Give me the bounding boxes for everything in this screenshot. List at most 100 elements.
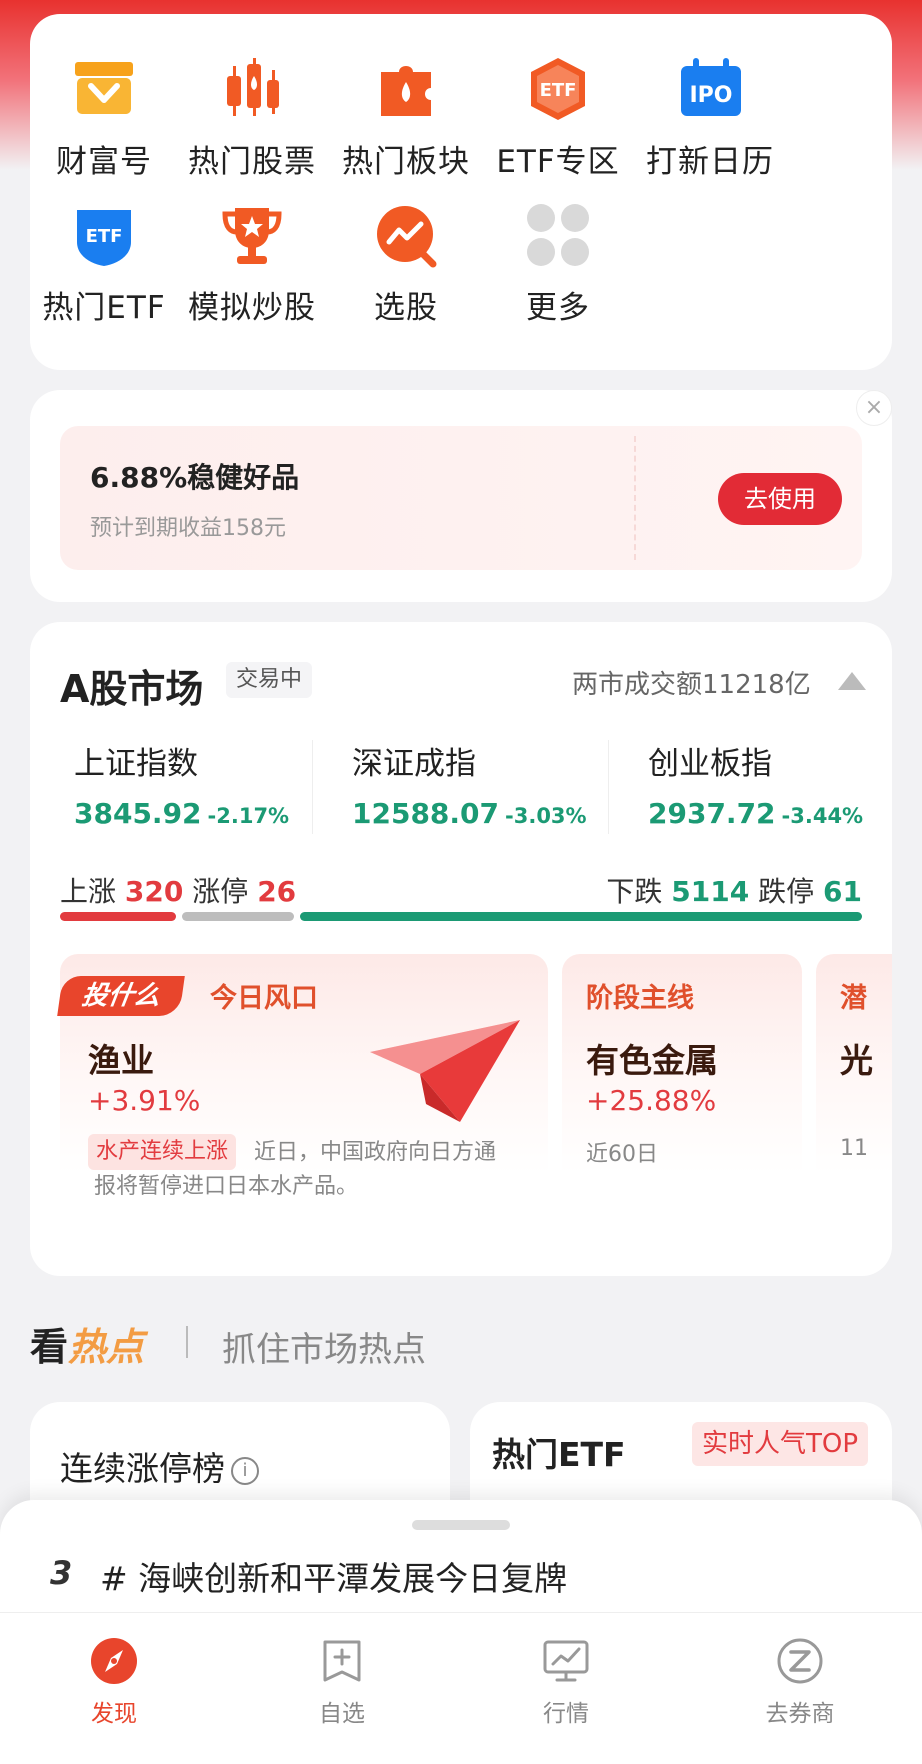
trend-search-icon bbox=[377, 206, 437, 268]
etf-shield-icon: ETF bbox=[77, 210, 131, 266]
index-shanghai[interactable]: 上证指数 3845.92 -2.17% bbox=[74, 738, 289, 830]
popularity-tag: 实时人气TOP bbox=[692, 1422, 869, 1466]
index-change: -3.44% bbox=[781, 804, 864, 828]
theme-note: 11 bbox=[840, 1136, 868, 1161]
compass-icon bbox=[91, 1638, 137, 1684]
quick-item-hot-etf[interactable]: ETF 热门ETF bbox=[34, 200, 174, 327]
trophy-icon bbox=[222, 208, 282, 264]
etf-badge-icon: ETF bbox=[531, 58, 585, 120]
theme-desc: 近日，中国政府向日方通报将暂停进口日本水产品。 bbox=[94, 1140, 497, 1199]
index-change: -3.03% bbox=[505, 804, 587, 828]
quick-item-label: 打新日历 bbox=[646, 144, 774, 180]
quick-item-etf-zone[interactable]: ETF ETF专区 bbox=[488, 54, 628, 181]
breadth-bar-flat bbox=[182, 912, 294, 921]
tab-market[interactable]: 行情 bbox=[496, 1636, 636, 1728]
index-value: 2937.72 bbox=[648, 797, 776, 830]
close-icon[interactable]: × bbox=[856, 390, 892, 426]
market-monitor-icon bbox=[543, 1640, 589, 1682]
watchlist-add-icon bbox=[323, 1640, 361, 1682]
ipo-calendar-icon: IPO bbox=[681, 58, 741, 116]
tab-broker[interactable]: 去券商 bbox=[730, 1636, 870, 1728]
paper-plane-icon bbox=[370, 1020, 520, 1122]
quick-item-caifuhao[interactable]: 财富号 bbox=[34, 54, 174, 181]
breadth-bar-up bbox=[60, 912, 176, 921]
theme-card-stage[interactable]: 阶段主线 有色金属 +25.88% 近60日 bbox=[562, 954, 802, 1222]
index-change: -2.17% bbox=[207, 804, 290, 828]
quick-item-label: 模拟炒股 bbox=[188, 290, 316, 326]
collapse-triangle-icon[interactable] bbox=[838, 672, 866, 690]
market-turnover: 两市成交额11218亿 bbox=[572, 670, 811, 700]
theme-name: 渔业 bbox=[88, 1041, 154, 1080]
topic-title[interactable]: # 海峡创新和平潭发展今日复牌 bbox=[100, 1552, 567, 1600]
broker-z-icon bbox=[777, 1638, 823, 1684]
quick-item-ipo-calendar[interactable]: IPO 打新日历 bbox=[640, 54, 780, 181]
tab-label: 行情 bbox=[543, 1701, 589, 1727]
tab-discover[interactable]: 发现 bbox=[44, 1636, 184, 1728]
quick-item-stock-picker[interactable]: 选股 bbox=[336, 200, 476, 327]
trading-status-badge: 交易中 bbox=[226, 662, 313, 698]
divider bbox=[0, 1612, 922, 1613]
theme-name: 有色金属 bbox=[586, 1041, 718, 1080]
theme-head: 潜 bbox=[840, 983, 867, 1014]
drag-handle[interactable] bbox=[412, 1520, 510, 1530]
hot-etf-title: 热门ETF bbox=[492, 1435, 626, 1474]
bottom-tab-bar: 发现 自选 行情 去券商 bbox=[0, 1614, 922, 1764]
promo-title: 6.88%稳健好品 bbox=[90, 461, 300, 494]
index-name: 创业板指 bbox=[648, 746, 772, 782]
quick-item-label: 选股 bbox=[374, 290, 438, 326]
theme-head: 今日风口 bbox=[210, 983, 318, 1014]
tab-label: 自选 bbox=[319, 1701, 365, 1727]
a-share-market-card: A股市场 交易中 两市成交额11218亿 上证指数 3845.92 -2.17% … bbox=[30, 622, 892, 1276]
topic-rank: 3 bbox=[50, 1554, 73, 1592]
index-shenzhen[interactable]: 深证成指 12588.07 -3.03% bbox=[352, 738, 587, 830]
promo-subtitle: 预计到期收益158元 bbox=[90, 516, 286, 541]
quick-item-label: 热门股票 bbox=[188, 144, 316, 180]
theme-name: 光 bbox=[840, 1041, 873, 1080]
svg-text:ETF: ETF bbox=[86, 226, 123, 247]
puzzle-icon bbox=[381, 66, 431, 116]
quick-item-label: ETF专区 bbox=[496, 144, 620, 180]
use-button[interactable]: 去使用 bbox=[718, 473, 842, 525]
quick-item-hot-sectors[interactable]: 热门板块 bbox=[336, 54, 476, 181]
svg-text:IPO: IPO bbox=[689, 83, 732, 108]
tab-label: 发现 bbox=[91, 1701, 137, 1727]
limit-up-title: 连续涨停榜 i bbox=[60, 1442, 259, 1490]
more-grid-icon bbox=[527, 204, 589, 266]
breadth-up: 上涨 320 涨停 26 bbox=[60, 875, 297, 908]
index-value: 12588.07 bbox=[352, 797, 500, 830]
promo-banner[interactable]: 6.88%稳健好品 预计到期收益158元 去使用 bbox=[60, 426, 862, 570]
market-title: A股市场 bbox=[60, 667, 204, 711]
quick-item-hot-stocks[interactable]: 热门股票 bbox=[182, 54, 322, 181]
theme-card-today[interactable]: 投什么 今日风口 渔业 +3.91% 水产连续上涨 近日，中国政府向日方通报将暂… bbox=[57, 954, 548, 1222]
tab-watchlist[interactable]: 自选 bbox=[272, 1636, 412, 1728]
quick-item-label: 热门板块 bbox=[342, 144, 470, 180]
quick-item-sim-trading[interactable]: 模拟炒股 bbox=[182, 200, 322, 327]
tab-label: 去券商 bbox=[765, 1701, 835, 1727]
index-chinext[interactable]: 创业板指 2937.72 -3.44% bbox=[648, 738, 863, 830]
promo-divider bbox=[634, 436, 636, 560]
theme-badge: 投什么 bbox=[57, 976, 185, 1016]
index-name: 上证指数 bbox=[74, 746, 198, 782]
quick-item-label: 财富号 bbox=[56, 144, 152, 180]
theme-change: +3.91% bbox=[88, 1084, 201, 1117]
quick-item-more[interactable]: 更多 bbox=[488, 200, 628, 327]
divider bbox=[186, 1326, 188, 1358]
theme-note: 近60日 bbox=[586, 1142, 658, 1167]
theme-head: 阶段主线 bbox=[586, 983, 694, 1014]
quick-item-label: 更多 bbox=[526, 290, 590, 326]
theme-card-third[interactable]: 潜 光 11 bbox=[816, 954, 892, 1222]
index-value: 3845.92 bbox=[74, 797, 202, 830]
hot-section-title: 看热点 bbox=[30, 1325, 145, 1369]
promo-card: 6.88%稳健好品 预计到期收益158元 去使用 bbox=[30, 390, 892, 602]
breadth-bar-down bbox=[300, 912, 862, 921]
hot-section-subtitle: 抓住市场热点 bbox=[222, 1330, 426, 1370]
shop-icon bbox=[75, 62, 133, 114]
theme-change: +25.88% bbox=[586, 1084, 717, 1117]
breadth-down: 下跌 5114 跌停 61 bbox=[606, 875, 862, 908]
quick-entry-card: 财富号 热门股票 热门板块 ETF ETF专区 IPO 打新日历 ETF 热门E… bbox=[30, 14, 892, 370]
info-icon[interactable]: i bbox=[231, 1456, 259, 1485]
divider bbox=[312, 740, 313, 834]
svg-text:ETF: ETF bbox=[540, 80, 577, 101]
quick-item-label: 热门ETF bbox=[42, 290, 166, 326]
candlestick-icon bbox=[227, 58, 279, 116]
